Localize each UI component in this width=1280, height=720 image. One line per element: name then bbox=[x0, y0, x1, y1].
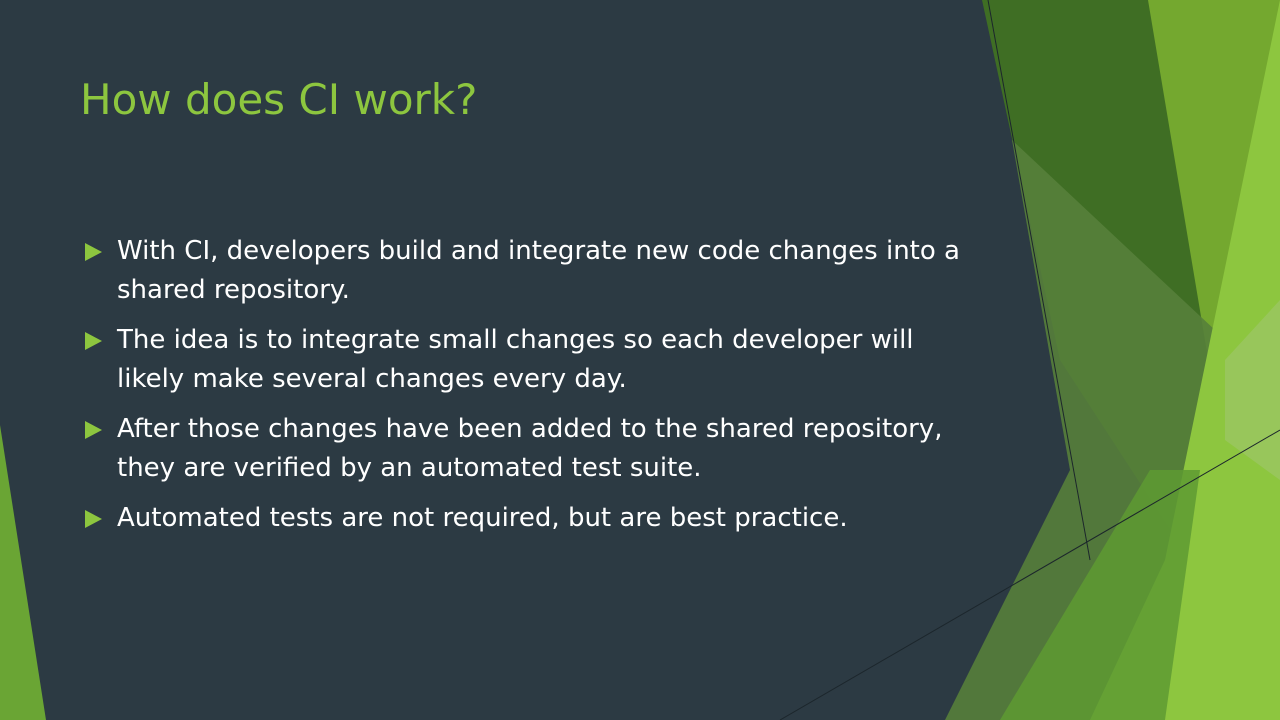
slide-title: How does CI work? bbox=[80, 75, 478, 124]
bullet-item: After those changes have been added to t… bbox=[84, 410, 984, 488]
bullet-item: The idea is to integrate small changes s… bbox=[84, 321, 984, 399]
bullet-text: With CI, developers build and integrate … bbox=[117, 236, 960, 305]
slide: How does CI work? With CI, developers bu… bbox=[0, 0, 1280, 720]
bullet-item: Automated tests are not required, but ar… bbox=[84, 499, 984, 538]
bullet-list: With CI, developers build and integrate … bbox=[84, 232, 984, 549]
triangle-bullet-icon bbox=[85, 421, 102, 439]
bullet-item: With CI, developers build and integrate … bbox=[84, 232, 984, 310]
triangle-bullet-icon bbox=[85, 510, 102, 528]
bullet-text: The idea is to integrate small changes s… bbox=[117, 325, 914, 394]
left-edge-facet bbox=[0, 425, 46, 720]
bullet-text: After those changes have been added to t… bbox=[117, 414, 943, 483]
triangle-bullet-icon bbox=[85, 332, 102, 350]
triangle-bullet-icon bbox=[85, 243, 102, 261]
bullet-text: Automated tests are not required, but ar… bbox=[117, 503, 848, 533]
